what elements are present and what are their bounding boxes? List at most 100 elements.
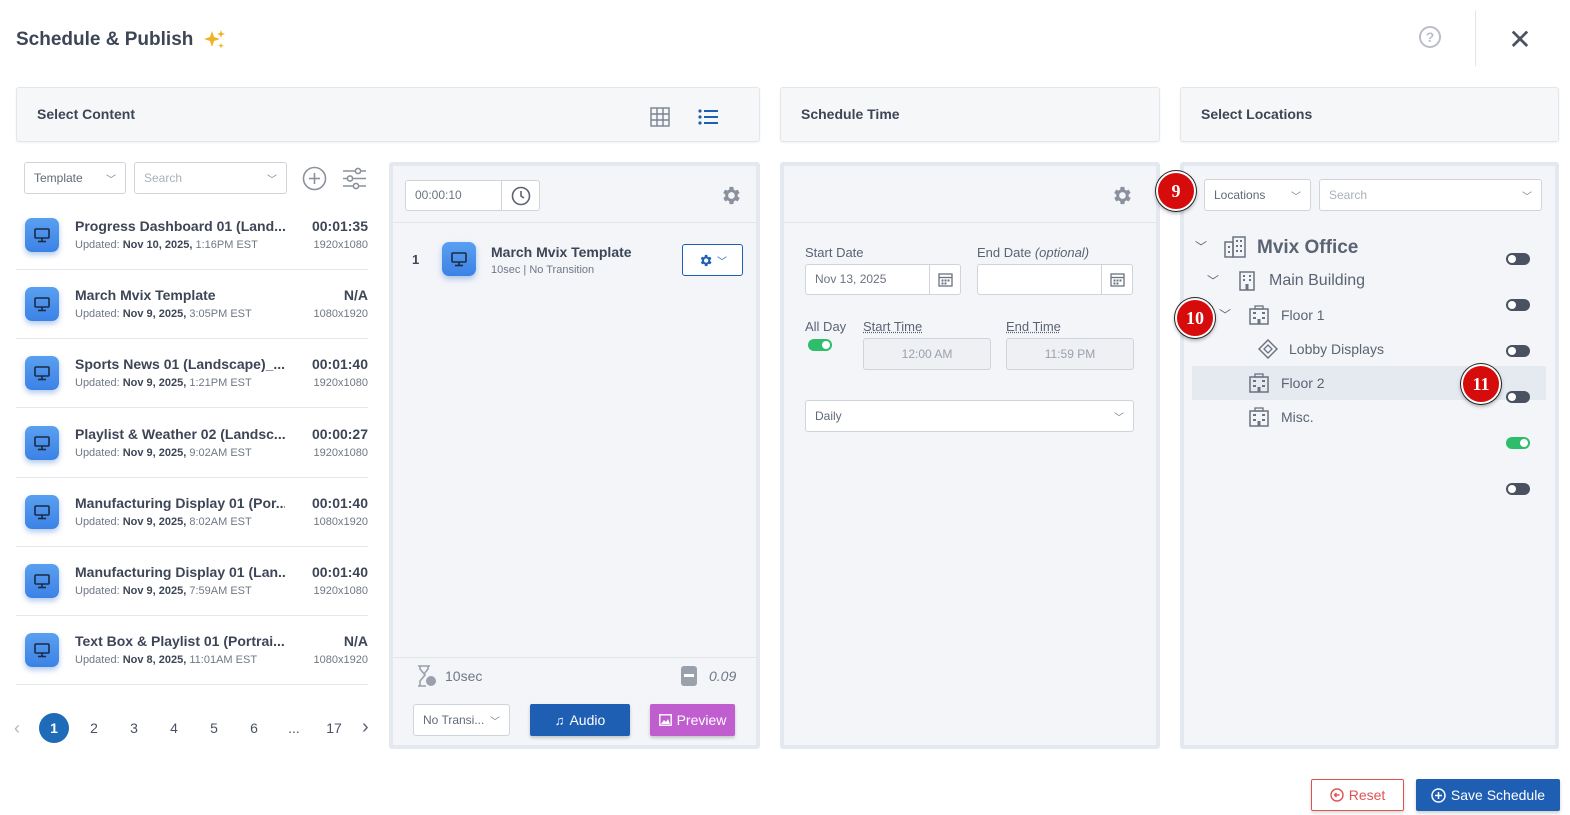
playlist-item-settings-button[interactable]: ﹀ bbox=[682, 244, 743, 276]
playlist-item-meta: 10sec | No Transition bbox=[491, 264, 595, 276]
display-icon bbox=[34, 643, 50, 658]
prev-page-icon[interactable]: ‹ bbox=[14, 718, 20, 739]
schedule-settings-gear-icon[interactable] bbox=[1110, 184, 1133, 207]
content-updated-date: Nov 9, 2025, bbox=[122, 377, 187, 390]
content-updated-label: Updated: bbox=[75, 308, 120, 321]
calendar-icon[interactable] bbox=[1110, 272, 1125, 287]
content-duration: 00:01:40 bbox=[311, 494, 368, 511]
chevron-down-icon[interactable]: ﹀ bbox=[1195, 238, 1207, 255]
toggle-lobby-displays[interactable] bbox=[1506, 391, 1530, 403]
toggle-mvix-office[interactable] bbox=[1506, 253, 1530, 265]
next-page-icon[interactable]: › bbox=[362, 716, 369, 739]
start-date-label: Start Date bbox=[805, 245, 864, 260]
annotation-badge-9: 9 bbox=[1156, 171, 1196, 211]
content-list-item[interactable]: March Mvix Template Updated: Nov 9, 2025,… bbox=[16, 270, 368, 340]
content-type-select[interactable]: Template ﹀ bbox=[24, 162, 126, 194]
audio-button[interactable]: ♫ Audio bbox=[530, 704, 630, 736]
end-date-input[interactable] bbox=[977, 264, 1133, 295]
floor-icon bbox=[1249, 305, 1269, 325]
tree-label-floor-2[interactable]: Floor 2 bbox=[1281, 375, 1325, 391]
filter-sliders-icon[interactable] bbox=[342, 166, 367, 191]
tree-label-main-building[interactable]: Main Building bbox=[1269, 272, 1365, 290]
image-icon bbox=[658, 714, 672, 726]
toggle-floor-1[interactable] bbox=[1506, 345, 1530, 357]
help-icon[interactable]: ? bbox=[1419, 26, 1441, 48]
content-list-item[interactable]: Sports News 01 (Landscape)_... Updated: N… bbox=[16, 339, 368, 409]
tree-label-misc[interactable]: Misc. bbox=[1281, 409, 1314, 425]
display-icon bbox=[34, 504, 50, 520]
content-name: Playlist & Weather 02 (Landsc... bbox=[75, 425, 285, 442]
page-link[interactable]: 5 bbox=[199, 713, 229, 743]
content-list-item[interactable]: Playlist & Weather 02 (Landsc... Updated:… bbox=[16, 409, 368, 478]
content-thumbnail bbox=[25, 425, 59, 460]
reset-button[interactable]: Reset bbox=[1311, 779, 1404, 811]
display-icon bbox=[451, 252, 467, 267]
chevron-down-icon[interactable]: ﹀ bbox=[1219, 306, 1231, 323]
chevron-down-icon: ﹀ bbox=[1522, 191, 1532, 203]
start-date-input[interactable]: Nov 13, 2025 bbox=[805, 264, 961, 295]
list-view-icon[interactable] bbox=[698, 109, 718, 125]
content-list-item[interactable]: Progress Dashboard 01 (Land... Updated: N… bbox=[16, 201, 368, 270]
page-link[interactable]: 3 bbox=[119, 713, 149, 743]
display-icon bbox=[34, 574, 50, 589]
content-updated-time: 3:05PM EST bbox=[189, 308, 252, 321]
transition-value: No Transi... bbox=[423, 713, 485, 727]
grid-view-icon[interactable] bbox=[650, 107, 670, 127]
playlist-footer-divider bbox=[393, 657, 756, 658]
chevron-down-icon[interactable]: ﹀ bbox=[1207, 272, 1219, 289]
toggle-misc[interactable] bbox=[1506, 483, 1530, 495]
playlist-settings-gear-icon[interactable] bbox=[719, 184, 742, 207]
page-link[interactable]: 4 bbox=[159, 713, 189, 743]
display-icon bbox=[34, 366, 50, 381]
content-duration: N/A bbox=[343, 287, 368, 304]
recurrence-select[interactable]: Daily ﹀ bbox=[805, 400, 1134, 432]
page-link[interactable]: 6 bbox=[239, 713, 269, 743]
tree-label-floor-1[interactable]: Floor 1 bbox=[1281, 307, 1325, 323]
content-resolution: 1080x1920 bbox=[313, 308, 368, 321]
display-group-icon bbox=[1258, 339, 1278, 359]
duration-input[interactable]: 00:00:10 bbox=[405, 180, 540, 211]
page-link[interactable]: 1 bbox=[39, 713, 69, 743]
schedule-time-title: Schedule Time bbox=[801, 106, 900, 122]
all-day-toggle[interactable] bbox=[808, 339, 832, 351]
recurrence-value: Daily bbox=[815, 409, 842, 423]
content-name: Manufacturing Display 01 (Por... bbox=[75, 494, 285, 511]
tree-label-lobby-displays[interactable]: Lobby Displays bbox=[1289, 341, 1384, 357]
add-content-icon[interactable] bbox=[302, 166, 327, 191]
start-time-label: Start Time bbox=[863, 319, 923, 334]
start-time-input[interactable]: 12:00 AM bbox=[863, 338, 991, 370]
toggle-floor-2[interactable] bbox=[1506, 437, 1530, 449]
page-link[interactable]: ... bbox=[279, 713, 309, 743]
schedule-time-header: Schedule Time bbox=[780, 87, 1160, 142]
content-duration: 00:01:35 bbox=[311, 218, 368, 234]
tree-label-mvix-office[interactable]: Mvix Office bbox=[1257, 237, 1358, 259]
clock-icon[interactable] bbox=[511, 186, 531, 206]
storage-icon bbox=[681, 666, 697, 686]
content-list-item[interactable]: Manufacturing Display 01 (Lan... Updated:… bbox=[16, 547, 368, 616]
content-duration: 00:00:27 bbox=[311, 425, 368, 442]
toggle-main-building[interactable] bbox=[1506, 299, 1530, 311]
close-icon[interactable]: ✕ bbox=[1508, 26, 1532, 54]
end-time-input[interactable]: 11:59 PM bbox=[1006, 338, 1134, 370]
content-type-value: Template bbox=[34, 171, 83, 185]
content-search-input[interactable]: Search ﹀ bbox=[134, 162, 287, 194]
save-schedule-button[interactable]: Save Schedule bbox=[1416, 779, 1560, 811]
select-content-header: Select Content bbox=[16, 87, 760, 142]
content-resolution: 1080x1920 bbox=[313, 654, 368, 667]
page-link[interactable]: 2 bbox=[79, 713, 109, 743]
page-link[interactable]: 17 bbox=[319, 713, 349, 743]
sparkle-icon bbox=[204, 30, 226, 49]
content-updated-label: Updated: bbox=[75, 377, 120, 390]
transition-select[interactable]: No Transi... ﹀ bbox=[413, 704, 510, 736]
location-filter-select[interactable]: Locations ﹀ bbox=[1204, 179, 1311, 211]
content-resolution: 1920x1080 bbox=[313, 585, 368, 597]
select-content-title: Select Content bbox=[37, 106, 136, 122]
plus-circle-icon bbox=[1431, 787, 1446, 803]
preview-button[interactable]: Preview bbox=[650, 704, 735, 736]
location-search-input[interactable]: Search ﹀ bbox=[1319, 179, 1542, 211]
content-updated-label: Updated: bbox=[75, 585, 120, 597]
content-list-item[interactable]: Manufacturing Display 01 (Por... Updated:… bbox=[16, 478, 368, 547]
content-list-item[interactable]: Text Box & Playlist 01 (Portrai... Update… bbox=[16, 616, 368, 686]
content-resolution: 1920x1080 bbox=[313, 446, 368, 459]
calendar-icon[interactable] bbox=[938, 272, 953, 287]
